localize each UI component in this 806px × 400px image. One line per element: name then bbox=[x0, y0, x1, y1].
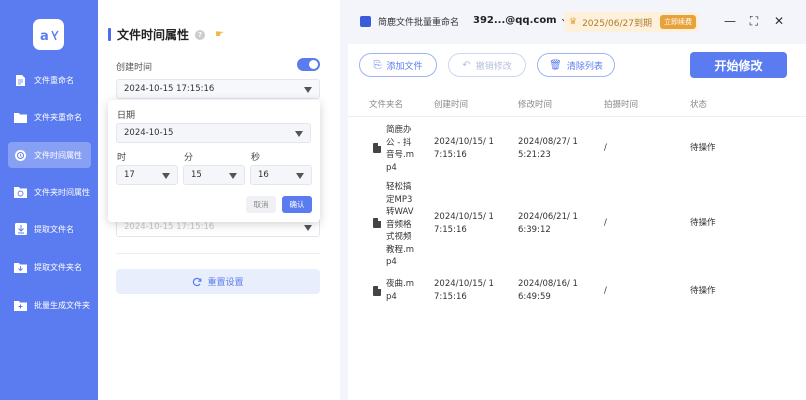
undo-button[interactable]: ↶ 撤销修改 bbox=[448, 53, 526, 77]
folder-plus-icon bbox=[14, 298, 27, 312]
cell-name: 简鹿办 公 - 抖 音号.m p4 bbox=[386, 125, 414, 173]
date-label: 日期 bbox=[117, 111, 136, 121]
reset-settings-button[interactable]: 重置设置 bbox=[116, 269, 320, 294]
created-time-label: 创建时间 bbox=[116, 63, 153, 73]
column-header-shot: 拍摄时间 bbox=[604, 100, 639, 110]
caret-down-icon bbox=[296, 173, 304, 179]
cell-created: 2024/10/15/ 1 7:15:16 bbox=[434, 137, 494, 160]
extract-folder-icon bbox=[14, 260, 27, 274]
sidebar-item-folder-time[interactable]: 文件夹时间属性 bbox=[8, 179, 91, 205]
datetime-picker: 日期 2024-10-15 时 分 秒 17 15 16 取消 确认 bbox=[108, 100, 320, 222]
sidebar-item-label: 文件时间属性 bbox=[34, 150, 82, 160]
cell-name: 夜曲.m p4 bbox=[386, 279, 414, 302]
document-icon bbox=[14, 73, 27, 87]
cell-status: 待操作 bbox=[690, 286, 716, 296]
cell-modified: 2024/08/27/ 1 5:21:23 bbox=[518, 137, 578, 160]
sidebar-item-label: 提取文件名 bbox=[34, 224, 74, 234]
app-name: 简鹿文件批量重命名 bbox=[360, 15, 459, 28]
sidebar: a 文件重命名 文件夹重命名 文件时间属性 文件夹时间属性 提取文件名 提取文件… bbox=[0, 0, 98, 400]
renew-button[interactable]: 立即续费 bbox=[659, 15, 696, 29]
cell-created: 2024/10/15/ 1 7:15:16 bbox=[434, 279, 494, 302]
cell-created: 2024/10/15/ 1 7:15:16 bbox=[434, 212, 494, 235]
add-file-icon: ⎘ bbox=[373, 59, 382, 71]
title-bar: 简鹿文件批量重命名 392...@qq.com ♛ 2025/06/27到期 立… bbox=[348, 0, 806, 44]
picker-confirm-button[interactable]: 确认 bbox=[282, 196, 312, 213]
sidebar-item-folder-rename[interactable]: 文件夹重命名 bbox=[8, 104, 91, 130]
cell-status: 待操作 bbox=[690, 218, 716, 228]
svg-text:a: a bbox=[40, 29, 49, 43]
column-header-created: 创建时间 bbox=[434, 100, 469, 110]
caret-down-icon bbox=[304, 225, 312, 231]
sidebar-item-label: 文件重命名 bbox=[34, 75, 74, 85]
cell-name: 轻松搞 定MP3 转WAV 音频格 式视频 教程.m p4 bbox=[386, 182, 414, 267]
folder-icon bbox=[14, 110, 27, 124]
created-time-select[interactable]: 2024-10-15 17:15:16 bbox=[116, 79, 320, 99]
panel-title: 文件时间属性 ? ☛ bbox=[108, 26, 224, 43]
sidebar-item-file-rename[interactable]: 文件重命名 bbox=[8, 67, 91, 93]
caret-down-icon bbox=[304, 87, 312, 93]
divider bbox=[116, 253, 320, 254]
main-area: 简鹿文件批量重命名 392...@qq.com ♛ 2025/06/27到期 立… bbox=[348, 0, 806, 400]
cell-shot: / bbox=[604, 218, 607, 228]
column-header-folder: 文件夹名 bbox=[369, 100, 404, 110]
column-header-status: 状态 bbox=[690, 100, 708, 110]
minimize-icon[interactable]: — bbox=[723, 14, 737, 28]
file-icon bbox=[373, 143, 381, 153]
vip-status: ♛ 2025/06/27到期 立即续费 bbox=[564, 12, 699, 32]
sidebar-item-extract-foldername[interactable]: 提取文件夹名 bbox=[8, 254, 91, 280]
file-icon bbox=[373, 218, 381, 228]
minute-select[interactable]: 15 bbox=[183, 165, 245, 185]
sidebar-item-file-time[interactable]: 文件时间属性 bbox=[8, 142, 91, 168]
sidebar-item-extract-filename[interactable]: 提取文件名 bbox=[8, 216, 91, 242]
cell-status: 待操作 bbox=[690, 143, 716, 153]
account-menu[interactable]: 392...@qq.com bbox=[473, 15, 569, 26]
clock-icon bbox=[14, 148, 27, 162]
second-label: 秒 bbox=[251, 153, 261, 163]
app-icon bbox=[360, 16, 371, 27]
caret-down-icon bbox=[162, 173, 170, 179]
date-select[interactable]: 2024-10-15 bbox=[116, 123, 311, 143]
cell-shot: / bbox=[604, 143, 607, 153]
title-accent-bar bbox=[108, 28, 111, 41]
trash-icon: 🗑 bbox=[549, 59, 562, 71]
cell-modified: 2024/08/16/ 1 6:49:59 bbox=[518, 279, 578, 302]
maximize-icon[interactable]: ⛶ bbox=[747, 14, 761, 28]
cell-shot: / bbox=[604, 286, 607, 296]
extract-file-icon bbox=[14, 222, 27, 236]
add-file-button[interactable]: ⎘ 添加文件 bbox=[359, 53, 437, 77]
file-icon bbox=[373, 286, 381, 296]
help-icon[interactable]: ? bbox=[195, 29, 206, 40]
sidebar-item-label: 提取文件夹名 bbox=[34, 262, 82, 272]
picker-cancel-button[interactable]: 取消 bbox=[246, 196, 276, 213]
app-logo: a bbox=[33, 19, 64, 50]
sidebar-item-label: 文件夹重命名 bbox=[34, 112, 82, 122]
sidebar-item-label: 文件夹时间属性 bbox=[34, 187, 90, 197]
created-time-toggle[interactable] bbox=[297, 58, 320, 71]
folder-clock-icon bbox=[14, 185, 27, 199]
refresh-icon bbox=[193, 277, 202, 286]
undo-icon: ↶ bbox=[462, 59, 471, 71]
caret-down-icon bbox=[229, 173, 237, 179]
sidebar-item-label: 批量生成文件夹 bbox=[34, 300, 90, 310]
column-header-modified: 修改时间 bbox=[518, 100, 553, 110]
cell-modified: 2024/06/21/ 1 6:39:12 bbox=[518, 212, 578, 235]
crown-icon: ♛ bbox=[569, 17, 578, 27]
second-select[interactable]: 16 bbox=[250, 165, 312, 185]
start-modify-button[interactable]: 开始修改 bbox=[690, 52, 787, 78]
clear-list-button[interactable]: 🗑 清除列表 bbox=[537, 53, 615, 77]
hour-label: 时 bbox=[117, 153, 127, 163]
sidebar-item-batch-folders[interactable]: 批量生成文件夹 bbox=[8, 292, 91, 318]
hour-select[interactable]: 17 bbox=[116, 165, 178, 185]
header-divider bbox=[348, 116, 806, 117]
caret-down-icon bbox=[295, 131, 303, 137]
logo-icon: a bbox=[40, 29, 59, 43]
minute-label: 分 bbox=[184, 153, 194, 163]
pointer-hand-icon: ☛ bbox=[215, 29, 224, 40]
close-icon[interactable]: ✕ bbox=[772, 14, 786, 28]
